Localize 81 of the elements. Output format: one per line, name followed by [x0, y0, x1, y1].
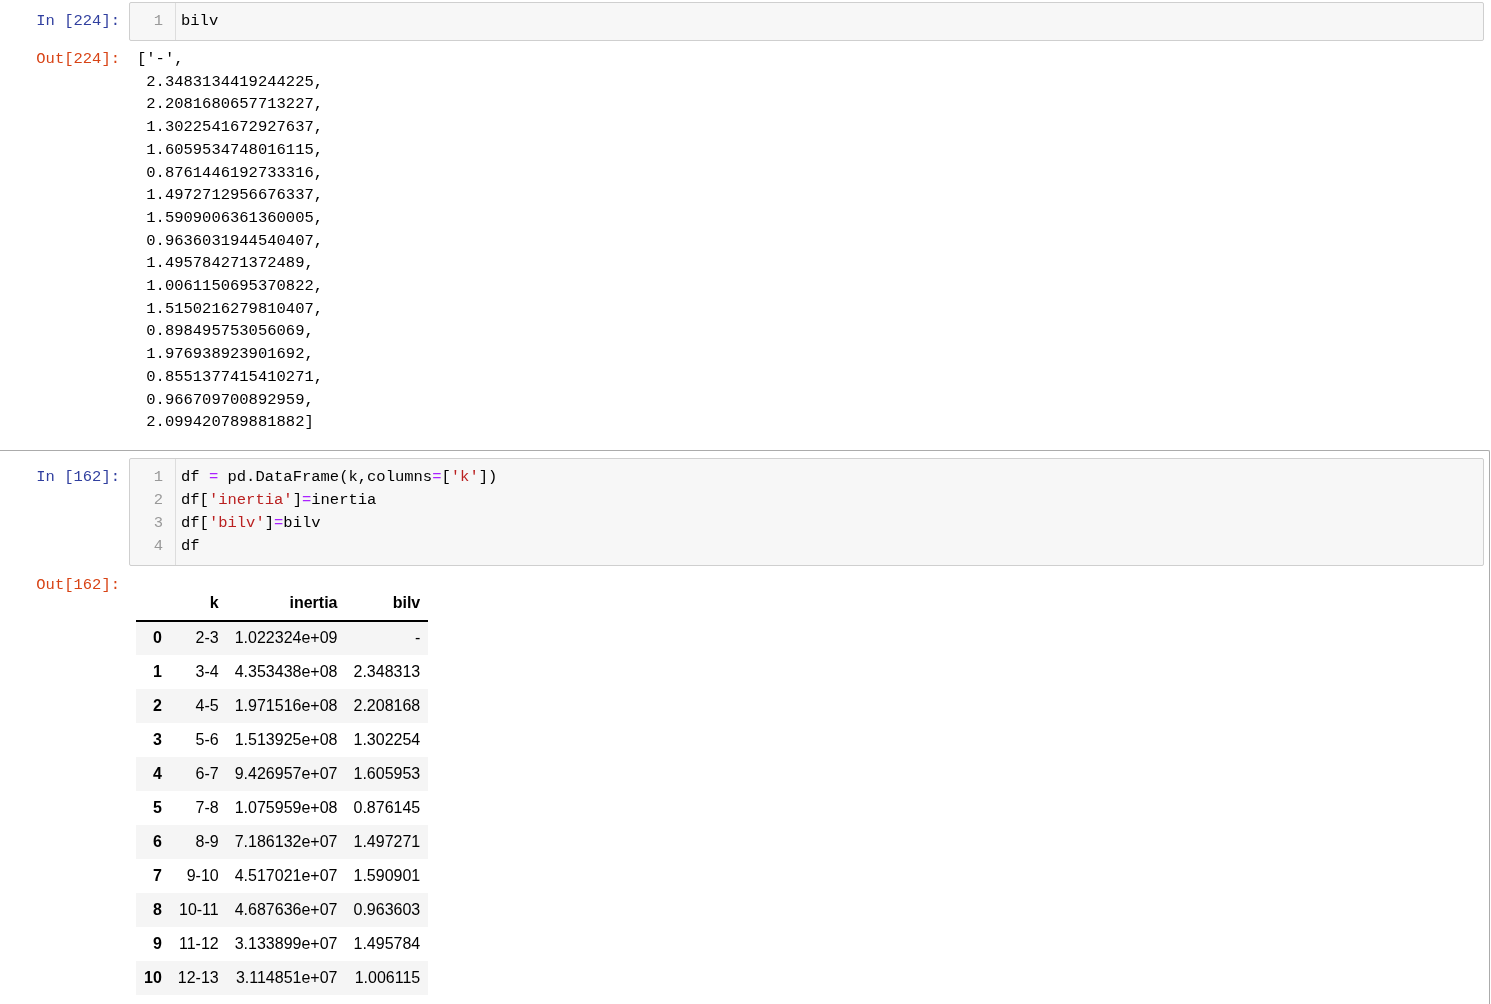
table-cell: 2.348313	[345, 654, 429, 689]
table-cell: 1.075959e+08	[226, 790, 346, 825]
table-cell: 6-7	[169, 756, 227, 791]
output-prompt: Out[162]:	[36, 575, 120, 594]
column-header: k	[169, 586, 227, 621]
row-index: 0	[136, 620, 170, 655]
table-cell: 10-11	[169, 892, 227, 927]
table-cell: 1.495784	[345, 926, 429, 961]
output-line: 2.3483134419244225,	[145, 71, 324, 93]
output-line: 1.976938923901692,	[145, 344, 314, 366]
row-index: 1	[136, 654, 170, 689]
table-cell: 8-9	[169, 824, 227, 859]
table-cell: -	[345, 620, 429, 655]
code-line: bilv	[181, 11, 219, 32]
row-index: 3	[136, 722, 170, 757]
output-line: 1.0061150695370822,	[145, 276, 324, 298]
table-cell: 9-10	[169, 858, 227, 893]
line-number: 3	[152, 512, 163, 534]
output-line: 2.099420789881882]	[145, 412, 314, 434]
output-line: 0.9636031944540407,	[145, 230, 324, 252]
output-line: 1.4972712956676337,	[145, 185, 324, 207]
table-cell: 12-13	[169, 960, 227, 995]
output-line: 2.2081680657713227,	[145, 94, 324, 116]
table-cell: 9.426957e+07	[226, 756, 346, 791]
column-header: bilv	[345, 586, 429, 621]
output-line: 1.3022541672927637,	[145, 117, 324, 139]
row-index: 7	[136, 858, 170, 893]
line-number: 1	[152, 466, 163, 488]
table-cell: 3-4	[169, 654, 227, 689]
code-editor[interactable]: 1 2 3 4 df = pd.DataFrame(k,columns=['k']) df['inertia']=inertia df['bilv']=bilv df	[129, 457, 1484, 566]
table-cell: 2-3	[169, 620, 227, 655]
table-cell: 3.114851e+07	[226, 960, 346, 995]
output-line: 0.898495753056069,	[145, 321, 314, 343]
line-number: 4	[152, 535, 163, 557]
input-prompt: In [224]:	[36, 12, 120, 30]
table-cell: 7-8	[169, 790, 227, 825]
output-line: 1.5150216279810407,	[145, 298, 324, 320]
line-number: 2	[152, 489, 163, 511]
table-cell: 1.605953	[345, 756, 429, 791]
code-editor[interactable]: 1 bilv	[129, 2, 1484, 41]
code-line: df['bilv']=bilv	[181, 512, 321, 534]
input-prompt: In [162]:	[36, 467, 120, 486]
table-cell: 4.687636e+07	[226, 892, 346, 927]
code-line: df = pd.DataFrame(k,columns=['k'])	[181, 466, 498, 488]
table-cell: 1.971516e+08	[226, 688, 346, 723]
output-line: 0.8551377415410271,	[145, 366, 324, 388]
table-cell: 4-5	[169, 688, 227, 723]
table-cell: 1.302254	[345, 722, 429, 757]
table-cell: 7.186132e+07	[226, 824, 346, 859]
row-index: 9	[136, 926, 170, 961]
table-cell: 5-6	[169, 722, 227, 757]
selected-cell-frame[interactable]	[0, 449, 1490, 1004]
output-line: 1.5909006361360005,	[145, 207, 324, 229]
row-index: 10	[136, 960, 170, 995]
table-cell: 0.876145	[345, 790, 429, 825]
row-index: 5	[136, 790, 170, 825]
output-line: 1.495784271372489,	[145, 253, 314, 275]
table-cell: 1.590901	[345, 858, 429, 893]
output-line: 1.6059534748016115,	[145, 139, 324, 161]
row-index: 4	[136, 756, 170, 791]
row-index: 2	[136, 688, 170, 723]
output-line: ['-',	[137, 49, 184, 70]
code-line: df['inertia']=inertia	[181, 489, 377, 511]
table-cell: 3.133899e+07	[226, 926, 346, 961]
table-cell: 4.353438e+08	[226, 654, 346, 689]
table-cell: 1.497271	[345, 824, 429, 859]
row-index: 6	[136, 824, 170, 859]
output-line: 0.966709700892959,	[145, 389, 314, 411]
row-index: 8	[136, 892, 170, 927]
table-cell: 0.963603	[345, 892, 429, 927]
table-cell: 4.517021e+07	[226, 858, 346, 893]
output-line: 0.8761446192733316,	[145, 162, 324, 184]
column-header: inertia	[226, 586, 346, 621]
table-cell: 1.513925e+08	[226, 722, 346, 757]
table-cell: 1.022324e+09	[226, 620, 346, 655]
table-cell: 2.208168	[345, 688, 429, 723]
code-line: df	[181, 535, 200, 557]
table-cell: 11-12	[169, 926, 227, 961]
table-cell: 1.006115	[345, 960, 429, 995]
output-prompt: Out[224]:	[36, 50, 120, 68]
line-number: 1	[152, 11, 163, 32]
